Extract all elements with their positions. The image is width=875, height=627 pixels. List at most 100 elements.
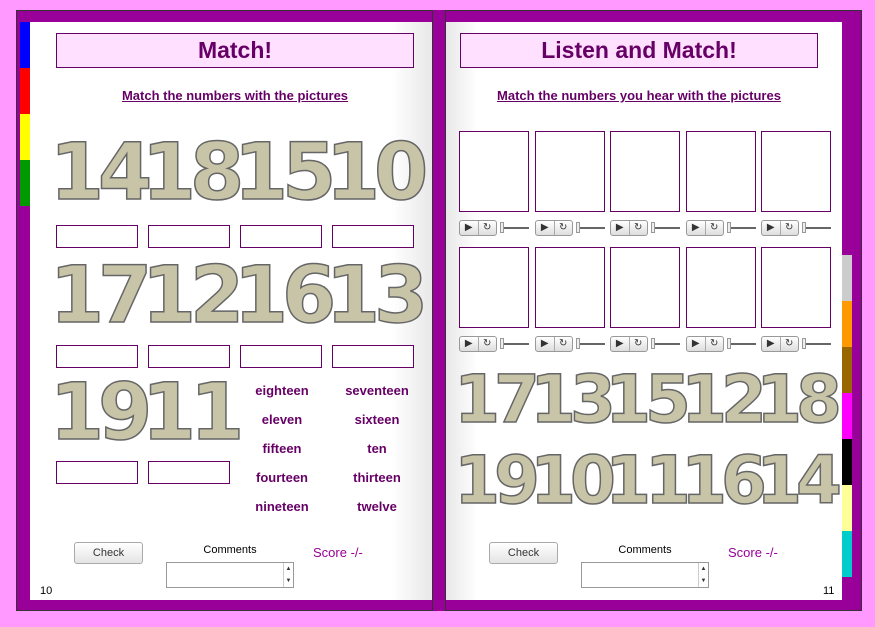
draggable-word[interactable]: fifteen bbox=[237, 441, 327, 456]
answer-drop-target[interactable] bbox=[148, 225, 230, 248]
replay-icon[interactable]: ↻ bbox=[704, 336, 724, 351]
draggable-word[interactable]: thirteen bbox=[332, 470, 422, 485]
replay-icon[interactable]: ↻ bbox=[704, 220, 724, 235]
answer-drop-target[interactable] bbox=[240, 345, 322, 368]
answer-drop-target[interactable] bbox=[610, 247, 680, 328]
play-icon[interactable]: ▶ bbox=[762, 221, 780, 235]
number-picture: 12 bbox=[141, 250, 245, 342]
answer-drop-target[interactable] bbox=[459, 247, 529, 328]
section-tab[interactable] bbox=[20, 68, 30, 114]
audio-player: ▶ ↻ bbox=[686, 335, 756, 352]
instruction: Match the numbers with the pictures bbox=[121, 88, 349, 103]
audio-slider-track[interactable] bbox=[731, 342, 756, 345]
answer-drop-target[interactable] bbox=[535, 131, 605, 212]
play-icon[interactable]: ▶ bbox=[611, 337, 629, 351]
audio-slider-track[interactable] bbox=[731, 226, 756, 229]
answer-drop-target[interactable] bbox=[535, 247, 605, 328]
replay-icon[interactable]: ↻ bbox=[779, 336, 799, 351]
audio-slider-track[interactable] bbox=[806, 226, 831, 229]
draggable-word[interactable]: twelve bbox=[332, 499, 422, 514]
draggable-word[interactable]: eleven bbox=[237, 412, 327, 427]
answer-drop-target[interactable] bbox=[332, 345, 414, 368]
section-tab[interactable] bbox=[842, 301, 852, 347]
audio-player: ▶ ↻ bbox=[459, 335, 529, 352]
answer-drop-target[interactable] bbox=[148, 461, 230, 484]
replay-icon[interactable]: ↻ bbox=[628, 220, 648, 235]
section-tab[interactable] bbox=[20, 22, 30, 68]
draggable-number-picture[interactable]: 11 bbox=[604, 441, 691, 520]
audio-slider-track[interactable] bbox=[504, 226, 529, 229]
check-button[interactable]: Check bbox=[74, 542, 143, 564]
draggable-word[interactable]: ten bbox=[332, 441, 422, 456]
draggable-number-picture[interactable]: 10 bbox=[529, 441, 616, 520]
replay-icon[interactable]: ↻ bbox=[553, 220, 573, 235]
section-tab[interactable] bbox=[842, 531, 852, 577]
section-tab[interactable] bbox=[842, 393, 852, 439]
audio-slider-track[interactable] bbox=[655, 342, 680, 345]
section-tab[interactable] bbox=[842, 347, 852, 393]
draggable-number-picture[interactable]: 12 bbox=[680, 360, 767, 439]
comments-textarea[interactable]: ▲ ▼ bbox=[166, 562, 294, 588]
play-icon[interactable]: ▶ bbox=[460, 337, 478, 351]
section-tab[interactable] bbox=[842, 255, 852, 301]
section-tab[interactable] bbox=[842, 439, 852, 485]
answer-drop-target[interactable] bbox=[459, 131, 529, 212]
replay-icon[interactable]: ↻ bbox=[477, 220, 497, 235]
draggable-word[interactable]: sixteen bbox=[332, 412, 422, 427]
replay-icon[interactable]: ↻ bbox=[477, 336, 497, 351]
play-icon[interactable]: ▶ bbox=[611, 221, 629, 235]
page-number: 10 bbox=[40, 585, 53, 597]
draggable-number-picture[interactable]: 15 bbox=[604, 360, 691, 439]
comments-textarea[interactable]: ▲ ▼ bbox=[581, 562, 709, 588]
draggable-word[interactable]: seventeen bbox=[332, 383, 422, 398]
audio-slider-track[interactable] bbox=[580, 226, 605, 229]
instruction: Match the numbers you hear with the pict… bbox=[497, 88, 781, 103]
number-picture: 17 bbox=[49, 250, 153, 342]
answer-drop-target[interactable] bbox=[761, 247, 831, 328]
play-icon[interactable]: ▶ bbox=[687, 337, 705, 351]
audio-player: ▶ ↻ bbox=[761, 219, 831, 236]
audio-slider-track[interactable] bbox=[504, 342, 529, 345]
section-tab[interactable] bbox=[20, 160, 30, 206]
scrollbar[interactable]: ▲ ▼ bbox=[698, 563, 708, 587]
draggable-number-picture[interactable]: 16 bbox=[680, 441, 767, 520]
draggable-number-picture[interactable]: 18 bbox=[755, 360, 842, 439]
answer-drop-target[interactable] bbox=[761, 131, 831, 212]
replay-icon[interactable]: ↻ bbox=[779, 220, 799, 235]
answer-drop-target[interactable] bbox=[686, 131, 756, 212]
answer-drop-target[interactable] bbox=[686, 247, 756, 328]
answer-drop-target[interactable] bbox=[56, 461, 138, 484]
answer-drop-target[interactable] bbox=[332, 225, 414, 248]
audio-slider-track[interactable] bbox=[806, 342, 831, 345]
check-button[interactable]: Check bbox=[489, 542, 558, 564]
scrollbar[interactable]: ▲ ▼ bbox=[283, 563, 293, 587]
play-icon[interactable]: ▶ bbox=[460, 221, 478, 235]
answer-drop-target[interactable] bbox=[148, 345, 230, 368]
play-icon[interactable]: ▶ bbox=[687, 221, 705, 235]
answer-drop-target[interactable] bbox=[56, 225, 138, 248]
answer-drop-target[interactable] bbox=[240, 225, 322, 248]
play-icon[interactable]: ▶ bbox=[762, 337, 780, 351]
draggable-number-picture[interactable]: 19 bbox=[453, 441, 540, 520]
draggable-number-picture[interactable]: 17 bbox=[453, 360, 540, 439]
answer-drop-target[interactable] bbox=[56, 345, 138, 368]
play-icon[interactable]: ▶ bbox=[536, 221, 554, 235]
section-tab[interactable] bbox=[842, 485, 852, 531]
draggable-number-picture[interactable]: 14 bbox=[755, 441, 842, 520]
answer-drop-target[interactable] bbox=[610, 131, 680, 212]
page-title: Match! bbox=[56, 33, 414, 68]
audio-player: ▶ ↻ bbox=[761, 335, 831, 352]
audio-slider-track[interactable] bbox=[655, 226, 680, 229]
replay-icon[interactable]: ↻ bbox=[628, 336, 648, 351]
audio-slider-track[interactable] bbox=[580, 342, 605, 345]
number-picture: 13 bbox=[325, 250, 429, 342]
book-spine bbox=[432, 10, 446, 611]
section-tab[interactable] bbox=[20, 114, 30, 160]
play-icon[interactable]: ▶ bbox=[536, 337, 554, 351]
draggable-word[interactable]: fourteen bbox=[237, 470, 327, 485]
draggable-word[interactable]: nineteen bbox=[237, 499, 327, 514]
draggable-word[interactable]: eighteen bbox=[237, 383, 327, 398]
number-picture: 14 bbox=[49, 127, 153, 219]
replay-icon[interactable]: ↻ bbox=[553, 336, 573, 351]
draggable-number-picture[interactable]: 13 bbox=[529, 360, 616, 439]
